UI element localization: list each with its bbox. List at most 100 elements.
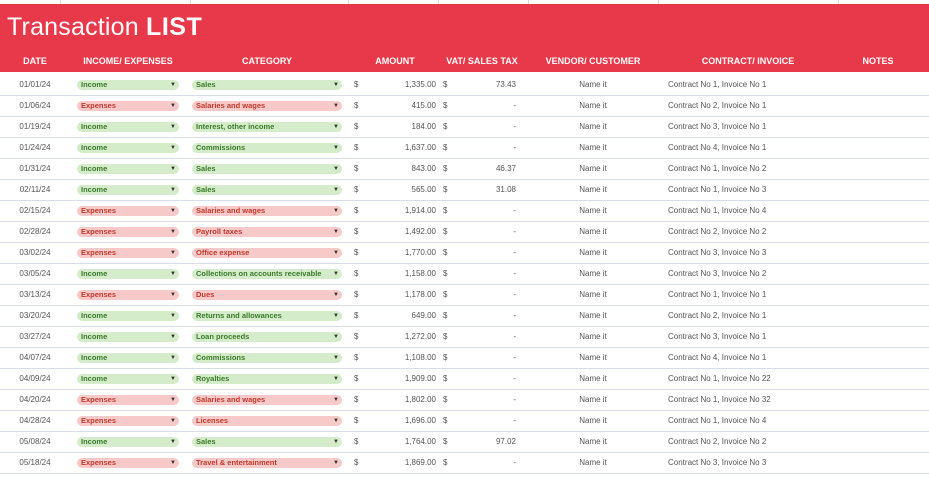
date-cell[interactable]: 05/18/24: [10, 453, 60, 473]
chevron-down-icon[interactable]: ▼: [170, 248, 176, 258]
table-row[interactable]: 01/01/24 Income ▼ Sales ▼ $1,335.00 $73.43 Name…: [0, 75, 929, 96]
category-dropdown[interactable]: Salaries and wages ▼: [192, 395, 342, 405]
chevron-down-icon[interactable]: ▼: [333, 374, 339, 384]
chevron-down-icon[interactable]: ▼: [333, 353, 339, 363]
vendor-cell[interactable]: Name it: [560, 159, 626, 179]
contract-cell[interactable]: Contract No 3, Invoice No 1: [668, 117, 828, 137]
contract-cell[interactable]: Contract No 2, Invoice No 1: [668, 306, 828, 326]
header-vendor[interactable]: VENDOR/ CUSTOMER: [530, 56, 656, 66]
chevron-down-icon[interactable]: ▼: [333, 395, 339, 405]
vat-cell[interactable]: -: [450, 390, 516, 410]
type-dropdown[interactable]: Expenses ▼: [77, 248, 179, 258]
vendor-cell[interactable]: Name it: [560, 285, 626, 305]
vendor-cell[interactable]: Name it: [560, 201, 626, 221]
category-dropdown[interactable]: Commissions ▼: [192, 143, 342, 153]
table-row[interactable]: 03/13/24 Expenses ▼ Dues ▼ $1,178.00 $ - Name it…: [0, 285, 929, 306]
vendor-cell[interactable]: Name it: [560, 369, 626, 389]
date-cell[interactable]: 04/09/24: [10, 369, 60, 389]
category-dropdown[interactable]: Office expense ▼: [192, 248, 342, 258]
vat-cell[interactable]: -: [450, 453, 516, 473]
amount-cell[interactable]: 1,764.00: [360, 432, 436, 452]
vat-cell[interactable]: -: [450, 411, 516, 431]
header-date[interactable]: DATE: [10, 56, 60, 66]
date-cell[interactable]: 04/20/24: [10, 390, 60, 410]
chevron-down-icon[interactable]: ▼: [170, 416, 176, 426]
chevron-down-icon[interactable]: ▼: [170, 332, 176, 342]
chevron-down-icon[interactable]: ▼: [170, 122, 176, 132]
category-dropdown[interactable]: Commissions ▼: [192, 353, 342, 363]
category-dropdown[interactable]: Collections on accounts receivable ▼: [192, 269, 342, 279]
category-dropdown[interactable]: Sales ▼: [192, 185, 342, 195]
vendor-cell[interactable]: Name it: [560, 432, 626, 452]
vat-cell[interactable]: -: [450, 264, 516, 284]
category-dropdown[interactable]: Payroll taxes ▼: [192, 227, 342, 237]
contract-cell[interactable]: Contract No 1, Invoice No 4: [668, 201, 828, 221]
amount-cell[interactable]: 1,335.00: [360, 75, 436, 95]
vendor-cell[interactable]: Name it: [560, 306, 626, 326]
chevron-down-icon[interactable]: ▼: [170, 395, 176, 405]
vendor-cell[interactable]: Name it: [560, 264, 626, 284]
chevron-down-icon[interactable]: ▼: [333, 101, 339, 111]
header-vat[interactable]: VAT/ SALES TAX: [438, 56, 526, 66]
category-dropdown[interactable]: Salaries and wages ▼: [192, 206, 342, 216]
contract-cell[interactable]: Contract No 4, Invoice No 1: [668, 348, 828, 368]
category-dropdown[interactable]: Licenses ▼: [192, 416, 342, 426]
vat-cell[interactable]: -: [450, 243, 516, 263]
vendor-cell[interactable]: Name it: [560, 75, 626, 95]
table-row[interactable]: 02/28/24 Expenses ▼ Payroll taxes ▼ $1,492.00…: [0, 222, 929, 243]
category-dropdown[interactable]: Salaries and wages ▼: [192, 101, 342, 111]
type-dropdown[interactable]: Expenses ▼: [77, 290, 179, 300]
vat-cell[interactable]: -: [450, 201, 516, 221]
vat-cell[interactable]: -: [450, 285, 516, 305]
vat-cell[interactable]: -: [450, 138, 516, 158]
amount-cell[interactable]: 1,696.00: [360, 411, 436, 431]
contract-cell[interactable]: Contract No 2, Invoice No 1: [668, 96, 828, 116]
vendor-cell[interactable]: Name it: [560, 138, 626, 158]
date-cell[interactable]: 02/28/24: [10, 222, 60, 242]
vendor-cell[interactable]: Name it: [560, 243, 626, 263]
chevron-down-icon[interactable]: ▼: [170, 206, 176, 216]
chevron-down-icon[interactable]: ▼: [333, 122, 339, 132]
table-row[interactable]: 01/19/24 Income ▼ Interest, other income ▼ $1…: [0, 117, 929, 138]
header-contract[interactable]: CONTRACT/ INVOICE: [660, 56, 836, 66]
contract-cell[interactable]: Contract No 1, Invoice No 3: [668, 180, 828, 200]
amount-cell[interactable]: 1,909.00: [360, 369, 436, 389]
header-amount[interactable]: AMOUNT: [358, 56, 432, 66]
table-row[interactable]: 05/08/24 Income ▼ Sales ▼ $1,764.00 $97.02 Name…: [0, 432, 929, 453]
vat-cell[interactable]: 46.37: [450, 159, 516, 179]
contract-cell[interactable]: Contract No 1, Invoice No 22: [668, 369, 828, 389]
chevron-down-icon[interactable]: ▼: [333, 332, 339, 342]
date-cell[interactable]: 05/08/24: [10, 432, 60, 452]
table-row[interactable]: 03/02/24 Expenses ▼ Office expense ▼ $1,770.0…: [0, 243, 929, 264]
amount-cell[interactable]: 843.00: [360, 159, 436, 179]
type-dropdown[interactable]: Income ▼: [77, 269, 179, 279]
vendor-cell[interactable]: Name it: [560, 390, 626, 410]
date-cell[interactable]: 01/19/24: [10, 117, 60, 137]
amount-cell[interactable]: 1,108.00: [360, 348, 436, 368]
table-row[interactable]: 04/07/24 Income ▼ Commissions ▼ $1,108.00 $ - Na…: [0, 348, 929, 369]
category-dropdown[interactable]: Travel & entertainment ▼: [192, 458, 342, 468]
amount-cell[interactable]: 649.00: [360, 306, 436, 326]
type-dropdown[interactable]: Income ▼: [77, 311, 179, 321]
category-dropdown[interactable]: Dues ▼: [192, 290, 342, 300]
type-dropdown[interactable]: Income ▼: [77, 437, 179, 447]
type-dropdown[interactable]: Expenses ▼: [77, 416, 179, 426]
contract-cell[interactable]: Contract No 3, Invoice No 3: [668, 453, 828, 473]
table-row[interactable]: 04/20/24 Expenses ▼ Salaries and wages ▼ $1,8…: [0, 390, 929, 411]
table-row[interactable]: 04/09/24 Income ▼ Royalties ▼ $1,909.00 $ - Name…: [0, 369, 929, 390]
date-cell[interactable]: 03/02/24: [10, 243, 60, 263]
type-dropdown[interactable]: Income ▼: [77, 143, 179, 153]
table-row[interactable]: 02/11/24 Income ▼ Sales ▼ $565.00 $31.08 Name i…: [0, 180, 929, 201]
chevron-down-icon[interactable]: ▼: [170, 143, 176, 153]
amount-cell[interactable]: 184.00: [360, 117, 436, 137]
chevron-down-icon[interactable]: ▼: [333, 185, 339, 195]
vat-cell[interactable]: -: [450, 369, 516, 389]
chevron-down-icon[interactable]: ▼: [333, 227, 339, 237]
vat-cell[interactable]: -: [450, 348, 516, 368]
date-cell[interactable]: 04/28/24: [10, 411, 60, 431]
chevron-down-icon[interactable]: ▼: [333, 458, 339, 468]
table-row[interactable]: 01/06/24 Expenses ▼ Salaries and wages ▼ $415…: [0, 96, 929, 117]
type-dropdown[interactable]: Expenses ▼: [77, 458, 179, 468]
vendor-cell[interactable]: Name it: [560, 348, 626, 368]
date-cell[interactable]: 03/13/24: [10, 285, 60, 305]
